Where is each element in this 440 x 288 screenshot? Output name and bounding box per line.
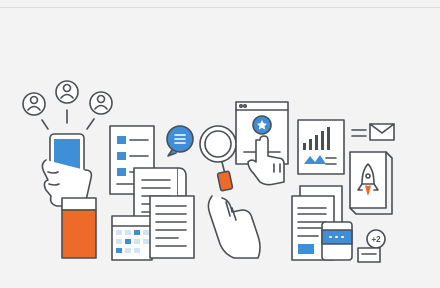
plus-badge: +2 (366, 229, 386, 249)
rocket-icon (349, 151, 393, 215)
illustration-banner: +2 (0, 0, 440, 288)
illustration-canvas: +2 (22, 80, 395, 263)
signal-lines (41, 109, 95, 130)
receipt-icon (357, 247, 381, 263)
chat-bubble-icon (166, 125, 194, 157)
magnifier-icon (199, 125, 237, 192)
user-icon-left (22, 92, 46, 116)
document-wide-icon (149, 195, 195, 259)
hand-left (41, 159, 97, 259)
user-icon-center (55, 80, 79, 104)
card-icon (321, 221, 353, 261)
calendar-icon (111, 215, 153, 261)
hand-center (207, 195, 261, 259)
plus-badge-label: +2 (371, 235, 381, 244)
envelope-icon (369, 123, 395, 141)
bar-chart-icon (297, 119, 345, 175)
user-icon-right (89, 91, 113, 115)
equals-lines (351, 129, 367, 137)
